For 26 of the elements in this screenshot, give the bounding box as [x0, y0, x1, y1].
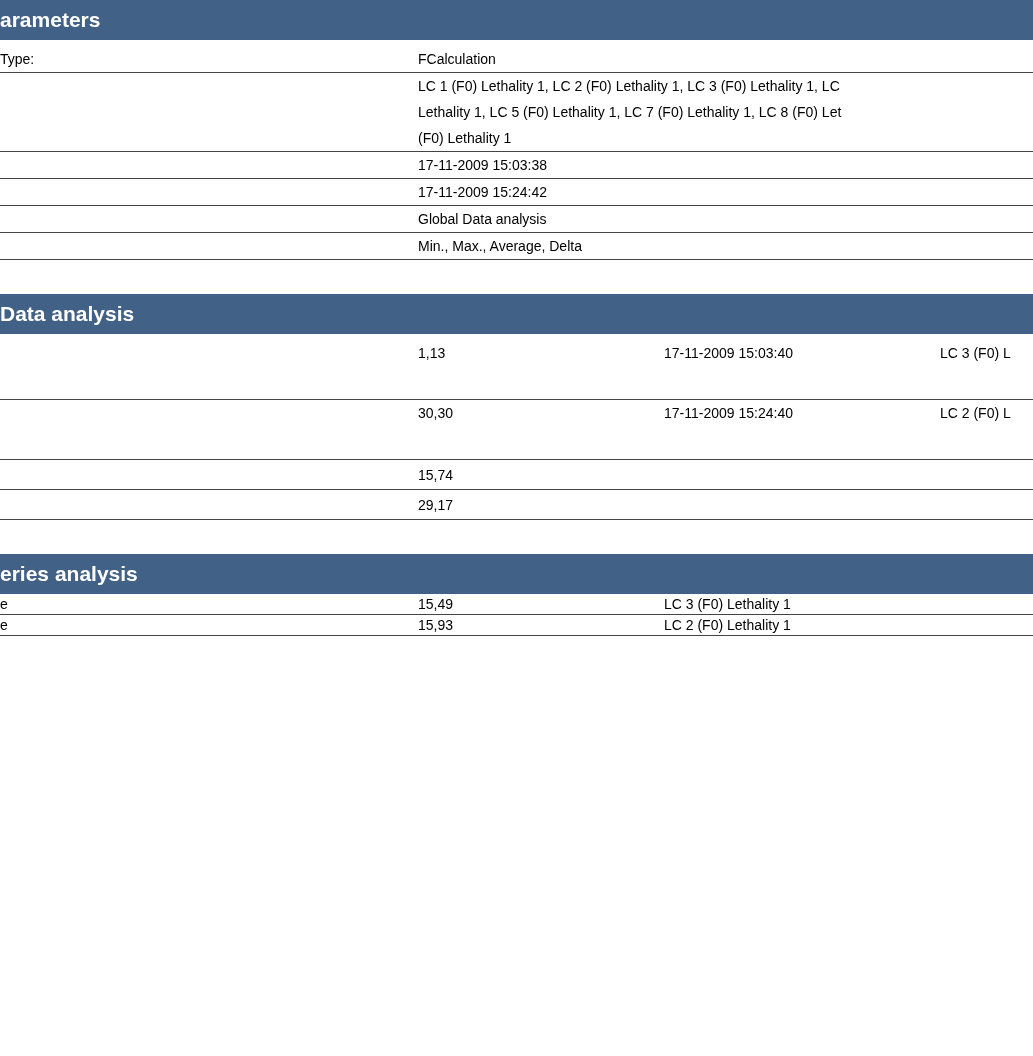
table-cell: 17-11-2009 15:24:40 [664, 405, 793, 421]
table-cell: LC 2 (F0) Lethality 1 [664, 617, 791, 633]
table-cell: 1,13 [418, 345, 446, 361]
parameter-value: 17-11-2009 15:03:38 [418, 156, 547, 175]
section-header: arameters [0, 0, 1033, 40]
parameter-value: Min., Max., Average, Delta [418, 237, 582, 256]
parameter-value: Global Data analysis [418, 210, 547, 229]
parameter-value: Lethality 1, LC 5 (F0) Lethality 1, LC 7 (F0) Lethality 1, LC 8 (F0) Let [418, 103, 842, 122]
parameter-value: LC 1 (F0) Lethality 1, LC 2 (F0) Lethality 1, LC 3 (F0) Lethality 1, LC [418, 77, 841, 96]
row-label: Type: [0, 51, 35, 67]
table-cell: LC 3 (F0) Lethality 1 [664, 596, 791, 612]
parameter-value: (F0) Lethality 1 [418, 129, 513, 148]
table-cell: 15,93 [418, 617, 454, 633]
table-cell: 15,49 [418, 596, 454, 612]
table-cell: 15,74 [418, 467, 454, 483]
table-cell: LC 2 (F0) L [940, 405, 1011, 421]
table-cell: 30,30 [418, 405, 454, 421]
section-header: Data analysis [0, 294, 1033, 334]
table-cell: 29,17 [418, 497, 454, 513]
row-label: e [0, 596, 8, 612]
table-cell: 17-11-2009 15:03:40 [664, 345, 793, 361]
table-cell: LC 3 (F0) L [940, 345, 1011, 361]
parameter-value: FCalculation [418, 50, 496, 69]
parameter-value: 17-11-2009 15:24:42 [418, 183, 547, 202]
row-label: e [0, 617, 8, 633]
section-header: eries analysis [0, 554, 1033, 594]
